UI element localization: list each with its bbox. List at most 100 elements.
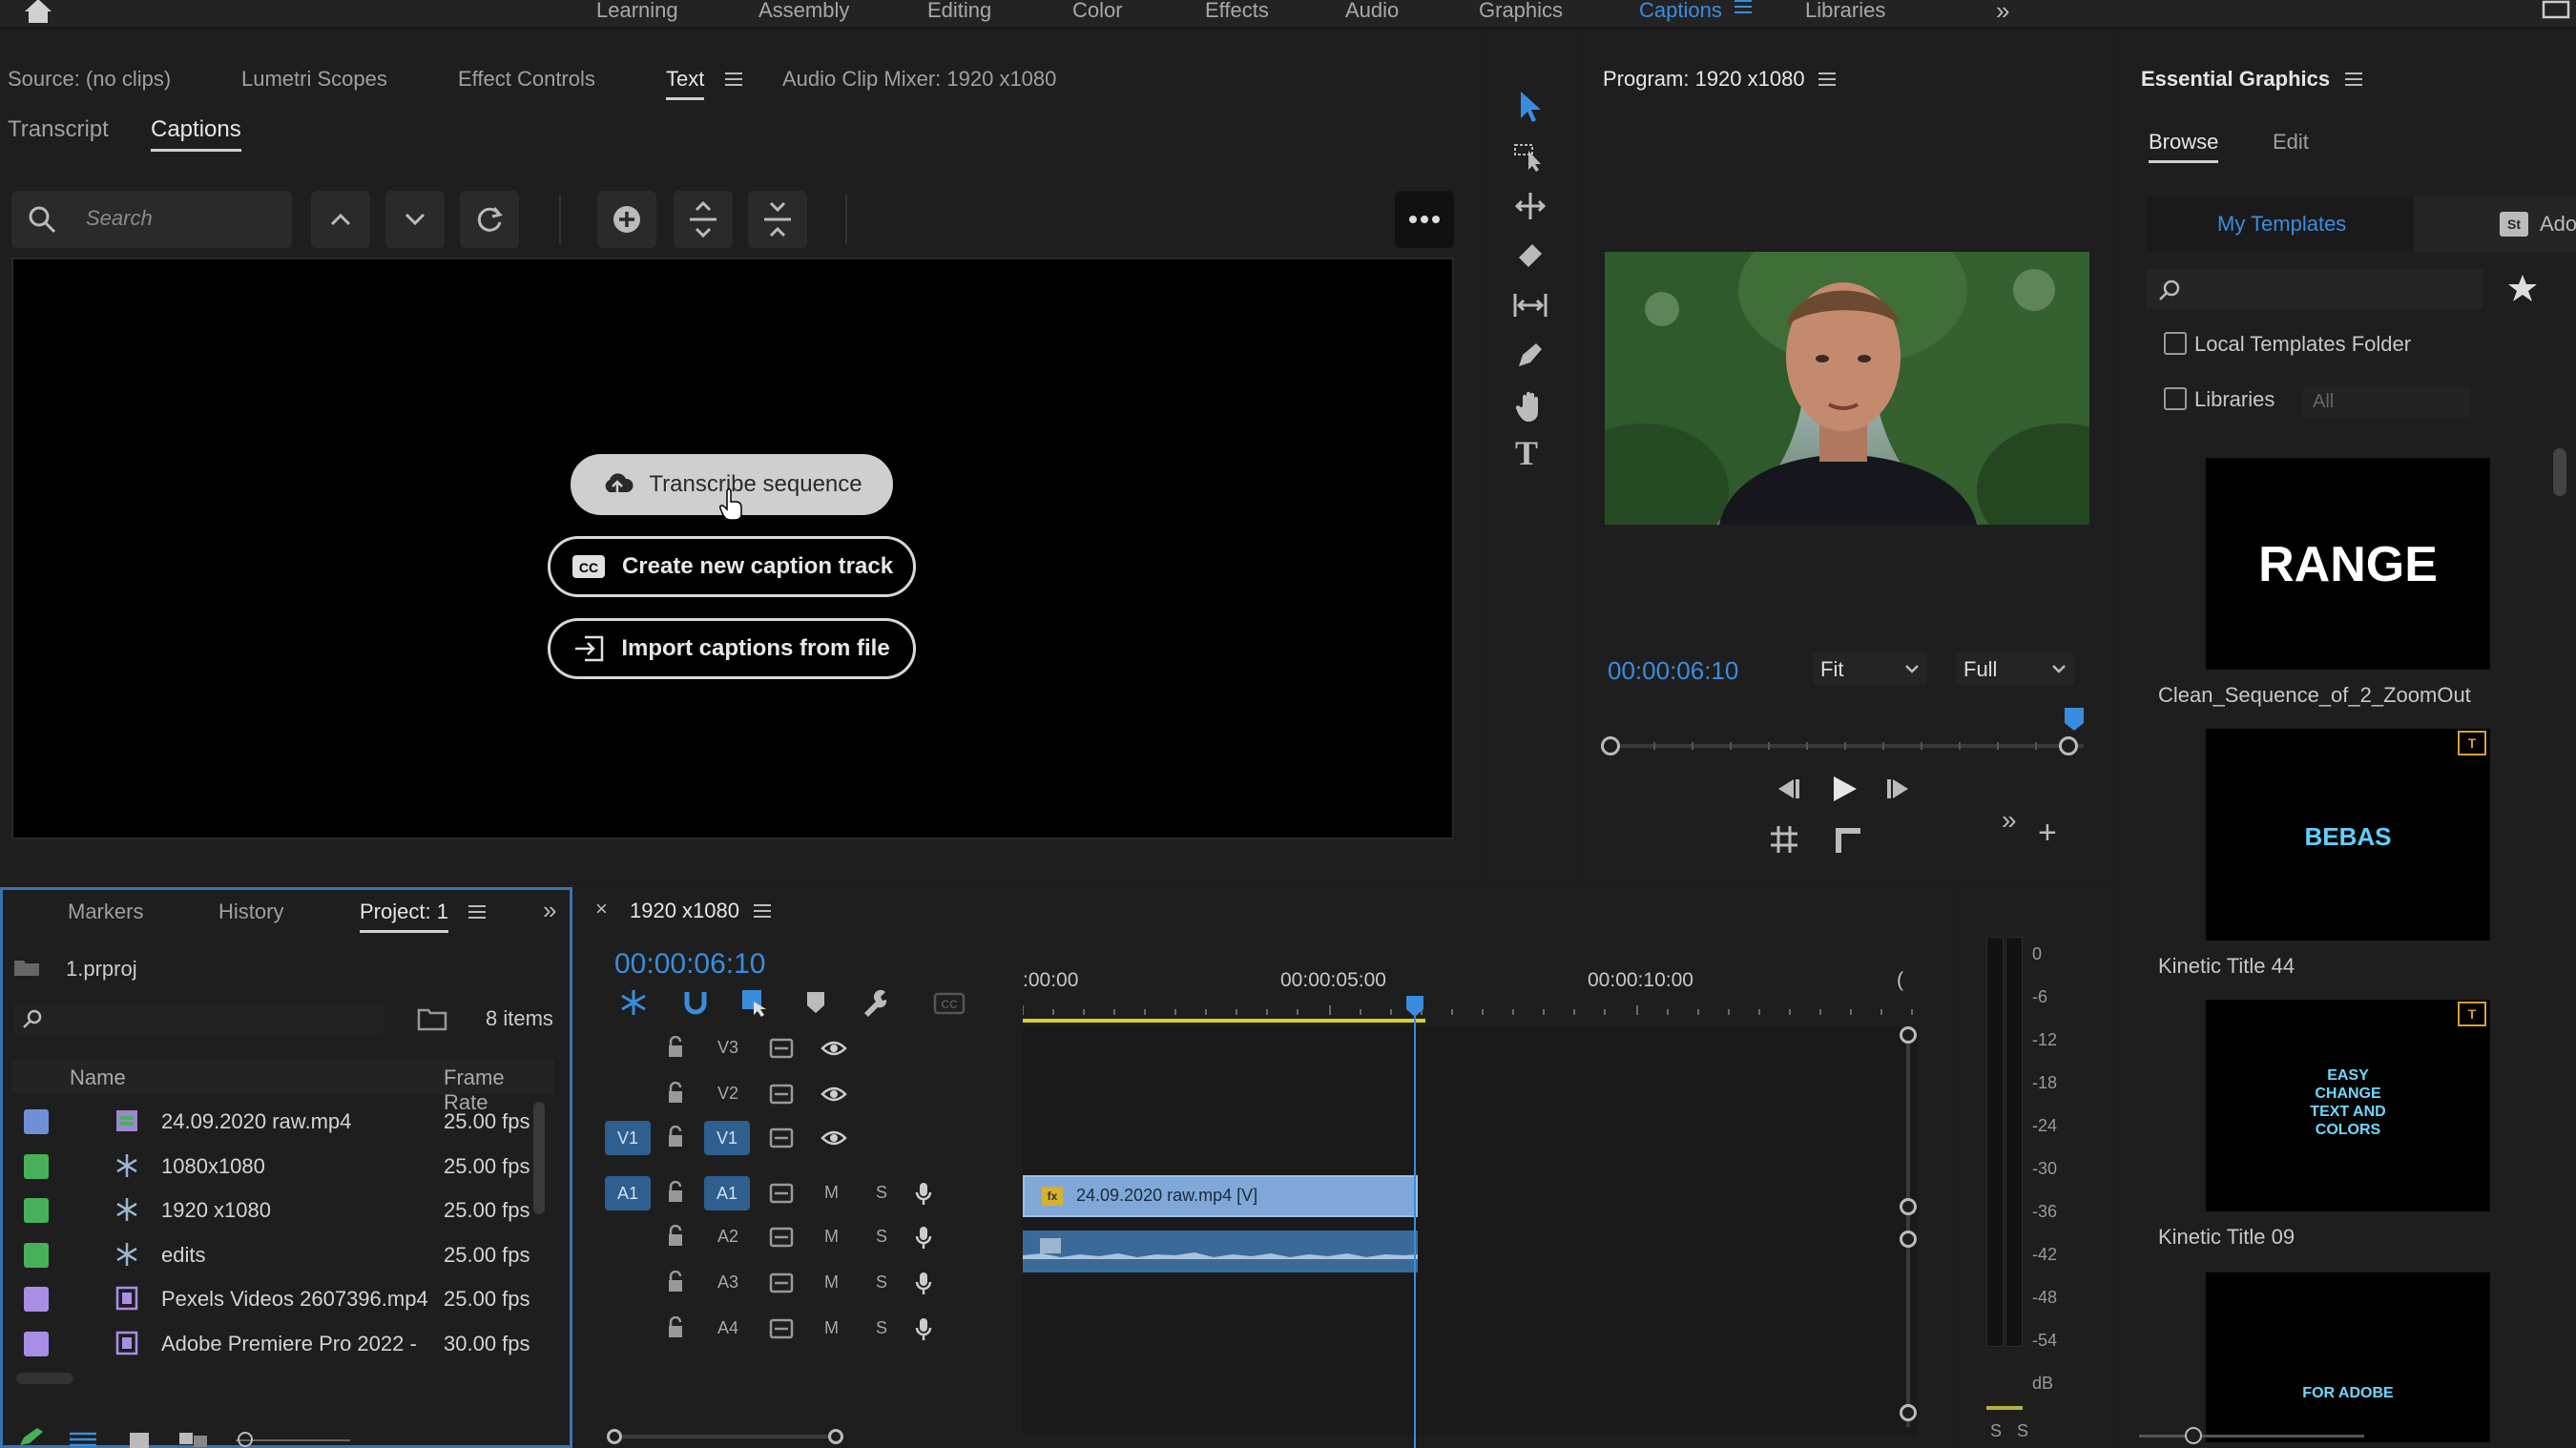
workspace-learning[interactable]: Learning: [596, 0, 678, 23]
column-name[interactable]: Name: [70, 1065, 126, 1090]
mute-button[interactable]: M: [824, 1227, 839, 1247]
label-color-swatch[interactable]: [24, 1331, 49, 1356]
audio-clip[interactable]: [1023, 1231, 1418, 1272]
next-caption-button[interactable]: [385, 191, 445, 248]
track-target-v1[interactable]: V1: [704, 1121, 750, 1155]
solo-button[interactable]: S: [876, 1318, 887, 1338]
project-item-row[interactable]: Pexels Videos 2607396.mp4 25.00 fps: [3, 1275, 551, 1319]
tab-my-templates[interactable]: My Templates: [2147, 197, 2414, 252]
track-name[interactable]: V2: [717, 1084, 738, 1104]
pencil-icon[interactable]: [16, 1428, 45, 1447]
local-templates-checkbox[interactable]: [2164, 332, 2187, 355]
tab-markers[interactable]: Markers: [68, 900, 143, 924]
freeform-view-icon[interactable]: [177, 1430, 211, 1448]
timeline-h-scrollbar[interactable]: [613, 1435, 841, 1438]
step-forward-icon[interactable]: [1885, 776, 1918, 801]
project-item-row[interactable]: Adobe Premiere Pro 2022 - 30.00 fps: [3, 1320, 551, 1364]
mute-button[interactable]: M: [824, 1272, 839, 1293]
sync-lock-icon[interactable]: [769, 1272, 794, 1293]
merge-caption-button[interactable]: [748, 191, 807, 248]
project-search-input[interactable]: [14, 1003, 384, 1035]
resolution-dropdown[interactable]: Full: [1956, 652, 2074, 685]
new-bin-icon[interactable]: [417, 1006, 447, 1031]
home-icon[interactable]: [21, 0, 55, 25]
tab-edit[interactable]: Edit: [2273, 130, 2309, 155]
workspace-audio[interactable]: Audio: [1345, 0, 1399, 23]
label-color-swatch[interactable]: [24, 1242, 49, 1268]
template-thumbnail[interactable]: FOR ADOBE: [2206, 1272, 2490, 1442]
mute-button[interactable]: M: [824, 1318, 839, 1338]
split-caption-button[interactable]: [674, 191, 733, 248]
workspace-editing[interactable]: Editing: [927, 0, 991, 23]
fit-dropdown[interactable]: Fit: [1813, 652, 1927, 685]
project-h-scrollbar[interactable]: [16, 1373, 73, 1384]
tab-transcript[interactable]: Transcript: [8, 116, 109, 143]
tab-browse[interactable]: Browse: [2149, 130, 2219, 163]
label-color-swatch[interactable]: [24, 1287, 49, 1312]
zoom-slider[interactable]: [236, 1439, 350, 1441]
project-menu-icon[interactable]: [468, 905, 486, 919]
program-playhead[interactable]: [2063, 706, 2086, 733]
source-patch-a1[interactable]: A1: [605, 1176, 651, 1210]
sync-lock-icon[interactable]: [769, 1183, 794, 1204]
lock-icon[interactable]: [666, 1316, 685, 1339]
out-point-handle[interactable]: [2059, 736, 2078, 755]
slider-handle[interactable]: [2185, 1427, 2202, 1444]
program-video-frame[interactable]: [1605, 252, 2089, 525]
libraries-checkbox[interactable]: [2164, 387, 2187, 410]
templates-scrollbar[interactable]: [2553, 448, 2566, 496]
list-view-icon[interactable]: [66, 1430, 100, 1448]
workspace-effects[interactable]: Effects: [1205, 0, 1269, 23]
program-timecode[interactable]: 00:00:06:10: [1608, 656, 1738, 686]
template-thumbnail[interactable]: BEBAS: [2206, 729, 2490, 941]
workspace-libraries[interactable]: Libraries: [1805, 0, 1885, 23]
more-buttons-icon[interactable]: »: [2002, 805, 2017, 836]
lock-icon[interactable]: [666, 1225, 685, 1248]
sync-lock-icon[interactable]: [769, 1127, 794, 1148]
project-item-row[interactable]: 1920 x1080 25.00 fps: [3, 1187, 551, 1231]
workspace-assembly[interactable]: Assembly: [758, 0, 849, 23]
track-name[interactable]: V3: [717, 1038, 738, 1058]
tab-lumetri-scopes[interactable]: Lumetri Scopes: [241, 67, 387, 92]
sync-lock-icon[interactable]: [769, 1318, 794, 1339]
track-target-a1[interactable]: A1: [704, 1176, 750, 1210]
zoom-handle[interactable]: [238, 1432, 253, 1447]
vertical-zoom-bar[interactable]: [1906, 1030, 1910, 1427]
text-panel-menu-icon[interactable]: [725, 72, 742, 86]
tab-source[interactable]: Source: (no clips): [8, 67, 171, 92]
tab-captions[interactable]: Captions: [151, 116, 241, 152]
track-select-tool-icon[interactable]: [1513, 141, 1548, 172]
label-color-swatch[interactable]: [24, 1198, 49, 1223]
workspace-color[interactable]: Color: [1072, 0, 1123, 23]
microphone-icon[interactable]: [914, 1316, 933, 1343]
video-clip[interactable]: fx 24.09.2020 raw.mp4 [V]: [1023, 1175, 1418, 1217]
eye-icon[interactable]: [821, 1086, 847, 1103]
lock-icon[interactable]: [666, 1271, 685, 1293]
razor-tool-icon[interactable]: [1513, 240, 1548, 271]
label-color-swatch[interactable]: [24, 1109, 49, 1134]
previous-caption-button[interactable]: [311, 191, 370, 248]
star-icon[interactable]: [2507, 273, 2538, 303]
microphone-icon[interactable]: [914, 1271, 933, 1297]
slip-tool-icon[interactable]: [1511, 290, 1549, 321]
scroll-handle[interactable]: [607, 1429, 622, 1444]
label-color-swatch[interactable]: [24, 1153, 49, 1179]
solo-button[interactable]: S: [876, 1272, 887, 1293]
zoom-handle[interactable]: [1900, 1198, 1917, 1215]
timeline-playhead-line[interactable]: [1414, 1000, 1416, 1448]
lock-icon[interactable]: [666, 1082, 685, 1105]
safe-margins-icon[interactable]: [1769, 824, 1799, 855]
essential-graphics-menu-icon[interactable]: [2345, 72, 2362, 86]
more-panels-icon[interactable]: »: [543, 896, 556, 925]
eye-icon[interactable]: [821, 1040, 847, 1057]
tab-audio-clip-mixer[interactable]: Audio Clip Mixer: 1920 x1080: [782, 67, 1056, 92]
step-back-icon[interactable]: [1769, 776, 1801, 801]
replace-button[interactable]: [460, 191, 519, 248]
lock-icon[interactable]: [666, 1126, 685, 1148]
track-name[interactable]: A4: [717, 1318, 738, 1338]
tab-effect-controls[interactable]: Effect Controls: [458, 67, 595, 92]
program-menu-icon[interactable]: [1818, 72, 1836, 86]
in-point-handle[interactable]: [1601, 736, 1620, 755]
pen-tool-icon[interactable]: [1513, 340, 1548, 370]
sync-lock-icon[interactable]: [769, 1227, 794, 1248]
